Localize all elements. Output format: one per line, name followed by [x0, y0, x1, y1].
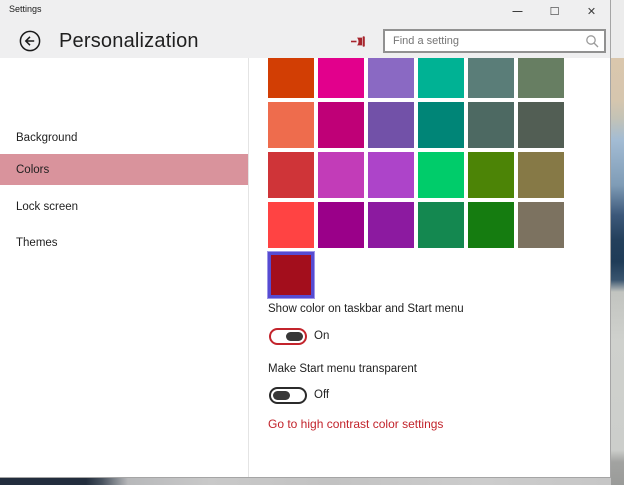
color-swatch[interactable]	[368, 52, 414, 98]
color-swatch[interactable]	[468, 202, 514, 248]
swatch-row	[268, 102, 564, 148]
page-title: Personalization	[59, 30, 199, 52]
swatch-row	[268, 252, 314, 298]
toggle-knob	[273, 391, 290, 400]
color-swatch[interactable]	[368, 102, 414, 148]
color-swatch[interactable]	[268, 52, 314, 98]
color-swatch[interactable]	[518, 202, 564, 248]
toggle1-label: Show color on taskbar and Start menu	[268, 303, 464, 315]
toggle-knob	[286, 332, 303, 341]
color-swatch[interactable]	[318, 152, 364, 198]
title-and-header-band: Settings — ☐ ✕ Personalization	[0, 0, 610, 58]
color-swatch[interactable]	[518, 102, 564, 148]
sidebar-item-themes[interactable]: Themes	[0, 227, 248, 258]
sidebar: Background Colors Lock screen Themes	[0, 58, 248, 477]
color-swatch[interactable]	[418, 52, 464, 98]
show-color-toggle[interactable]	[269, 328, 307, 345]
desktop-bottom-strip	[0, 478, 611, 485]
color-swatch[interactable]	[268, 252, 314, 298]
color-swatch[interactable]	[268, 102, 314, 148]
window-title: Settings	[9, 4, 42, 14]
back-arrow-icon	[19, 30, 41, 52]
back-button[interactable]	[19, 30, 41, 52]
color-swatch[interactable]	[318, 102, 364, 148]
swatch-row	[268, 152, 564, 198]
sidebar-divider	[248, 58, 249, 477]
color-swatch[interactable]	[518, 152, 564, 198]
color-swatch[interactable]	[368, 152, 414, 198]
color-swatch[interactable]	[418, 102, 464, 148]
color-swatch[interactable]	[268, 152, 314, 198]
sidebar-item-lock-screen[interactable]: Lock screen	[0, 191, 248, 222]
toggle2-state: Off	[314, 389, 330, 401]
color-swatch[interactable]	[418, 152, 464, 198]
transparent-start-toggle[interactable]	[269, 387, 307, 404]
settings-window: Settings — ☐ ✕ Personalization Find a se…	[0, 0, 611, 478]
color-swatch[interactable]	[418, 202, 464, 248]
color-swatch[interactable]	[368, 202, 414, 248]
minimize-button[interactable]: —	[499, 0, 536, 22]
color-swatch[interactable]	[318, 202, 364, 248]
pin-icon[interactable]	[351, 35, 367, 48]
swatch-row	[268, 202, 564, 248]
close-button[interactable]: ✕	[573, 0, 610, 22]
color-swatch[interactable]	[468, 102, 514, 148]
color-swatch[interactable]	[468, 52, 514, 98]
maximize-button[interactable]: ☐	[536, 0, 573, 22]
sidebar-item-background[interactable]: Background	[0, 122, 248, 153]
window-controls: — ☐ ✕	[499, 0, 610, 22]
color-swatch[interactable]	[318, 52, 364, 98]
color-swatch[interactable]	[468, 152, 514, 198]
toggle1-state: On	[314, 330, 330, 342]
high-contrast-link[interactable]: Go to high contrast color settings	[268, 417, 443, 431]
search-box[interactable]	[383, 29, 606, 53]
swatch-row	[268, 52, 564, 98]
desktop-wallpaper-strip	[611, 0, 624, 485]
color-swatch[interactable]	[518, 52, 564, 98]
toggle2-label: Make Start menu transparent	[268, 363, 417, 375]
search-icon[interactable]	[585, 34, 599, 48]
sidebar-item-colors[interactable]: Colors	[0, 154, 248, 185]
color-swatch[interactable]	[268, 202, 314, 248]
search-input[interactable]	[385, 35, 585, 47]
